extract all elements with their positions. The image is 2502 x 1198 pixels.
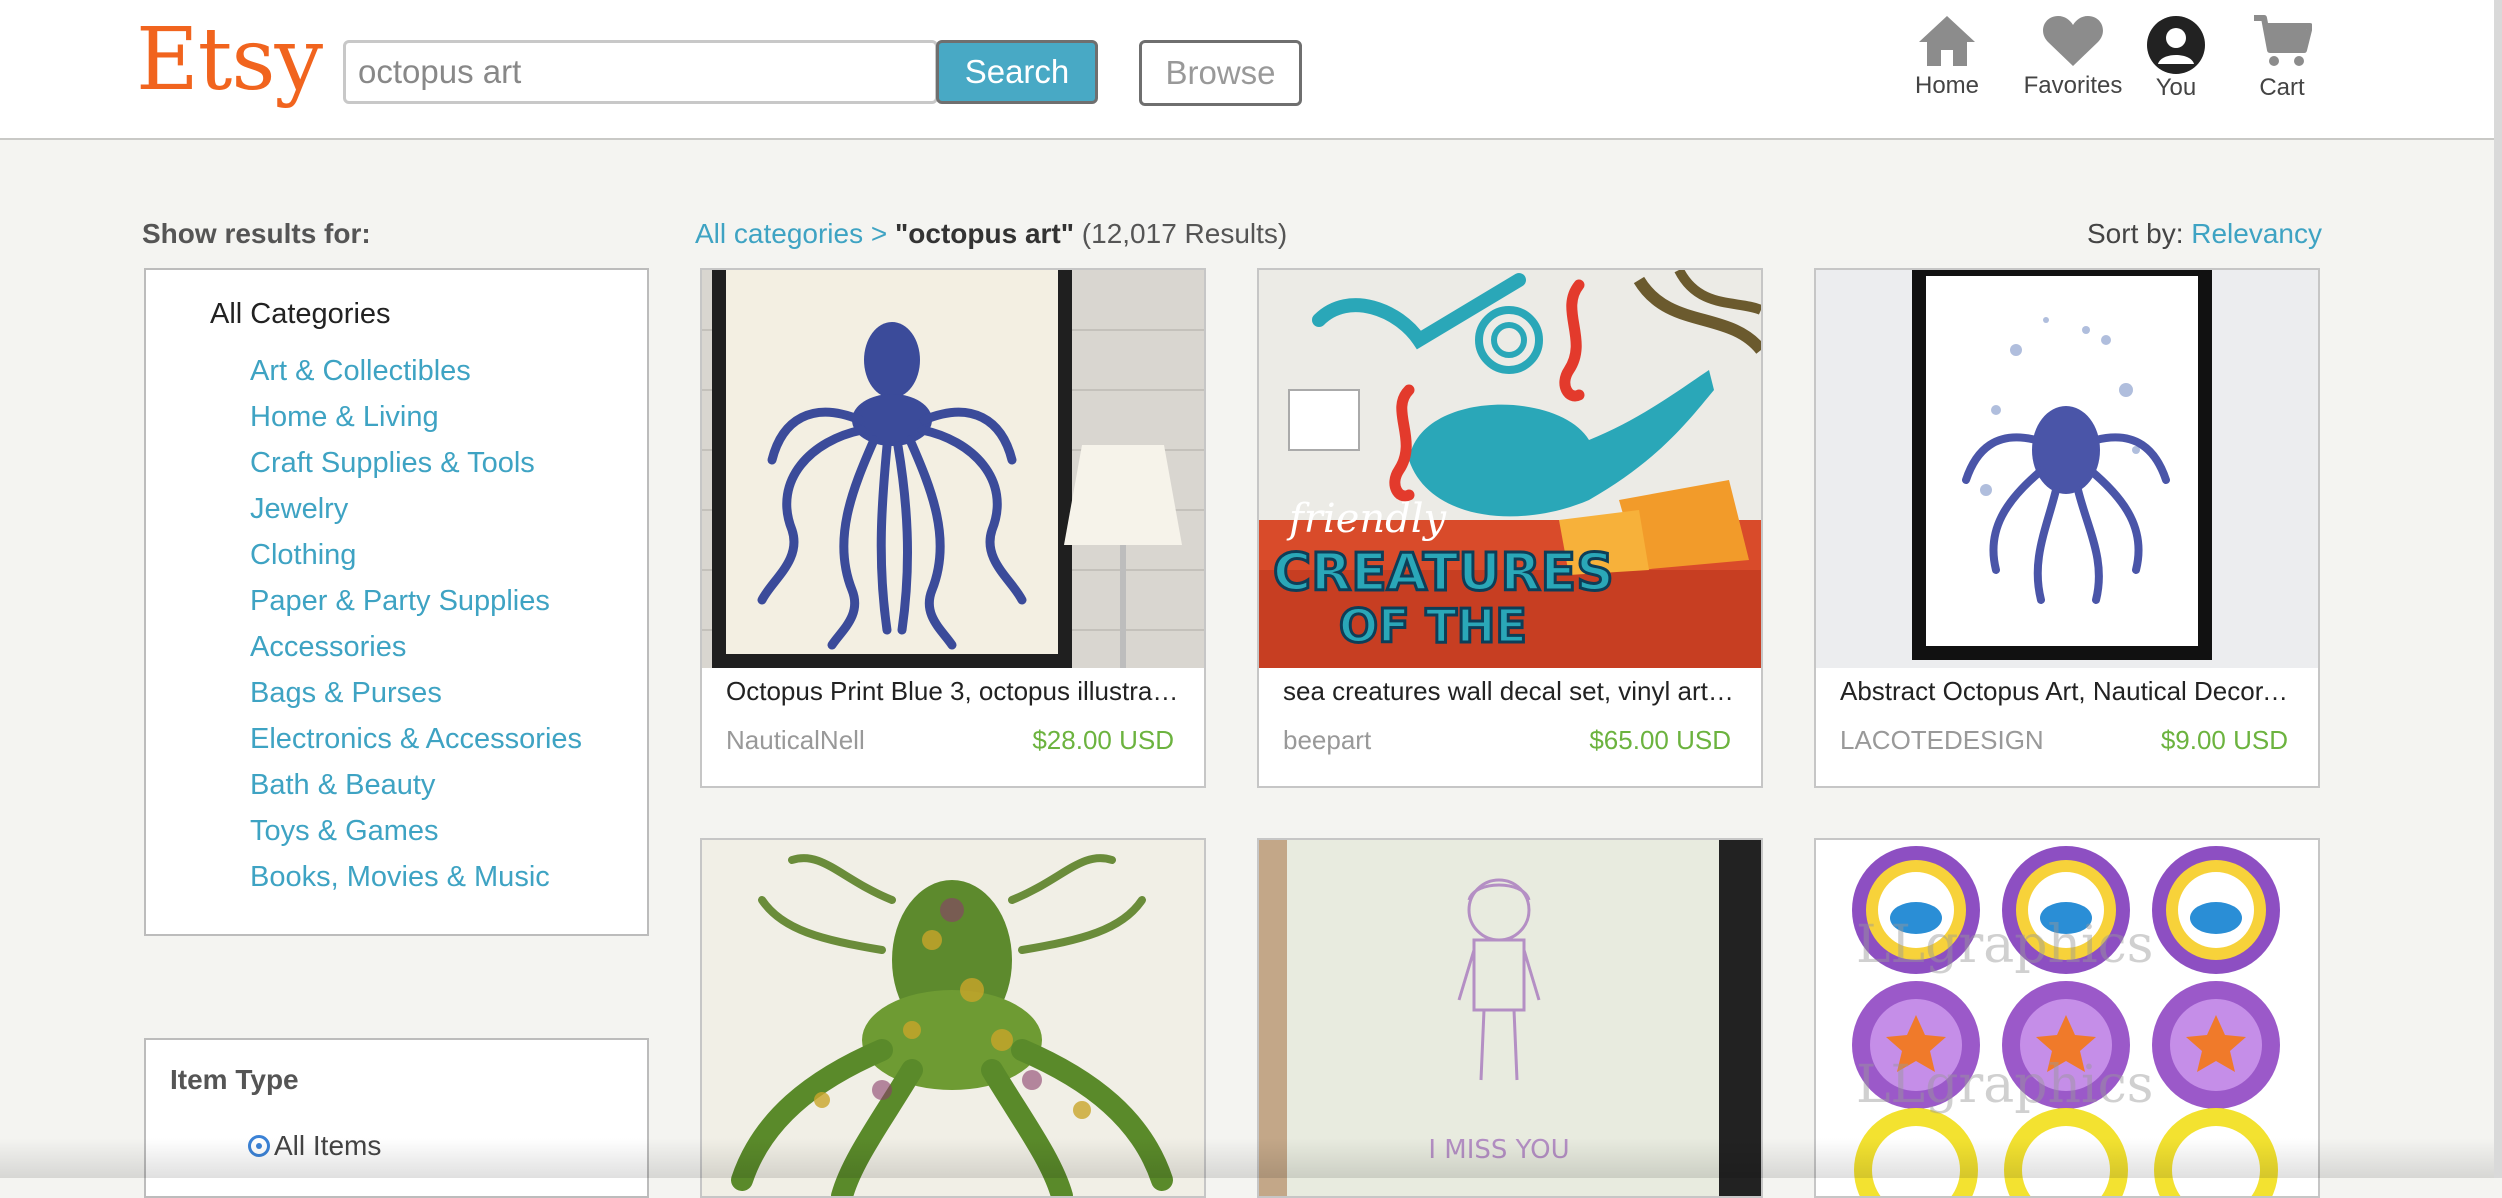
listing-card[interactable]: LLgraphics LLgraphics: [1814, 838, 2320, 1198]
nav-you-label: You: [2155, 74, 2197, 101]
nav-you[interactable]: You: [2143, 14, 2209, 102]
category-link[interactable]: Craft Supplies & Tools: [250, 440, 582, 486]
listing-shop[interactable]: NauticalNell: [726, 725, 865, 756]
decal-text-2: CREATURES: [1273, 543, 1614, 603]
listing-price: $9.00 USD: [2160, 725, 2288, 755]
category-link[interactable]: Art & Collectibles: [250, 348, 582, 394]
sort-label: Sort by:: [2087, 218, 2184, 249]
listing-shop[interactable]: LACOTEDESIGN: [1840, 725, 2044, 756]
category-link[interactable]: Bags & Purses: [250, 670, 582, 716]
category-link[interactable]: Clothing: [250, 532, 582, 578]
item-type-title: Item Type: [170, 1064, 299, 1095]
category-link[interactable]: Bath & Beauty: [250, 762, 582, 808]
item-type-option[interactable]: All Items: [248, 1130, 381, 1162]
breadcrumb-all-categories[interactable]: All categories >: [695, 218, 887, 249]
listing-title[interactable]: Abstract Octopus Art, Nautical Decor, …: [1816, 668, 2318, 707]
listing-shop[interactable]: beepart: [1283, 725, 1371, 756]
nav-home-label: Home: [1914, 72, 1980, 99]
category-link[interactable]: Toys & Games: [250, 808, 582, 854]
watermark-text: LLgraphics: [1856, 915, 2153, 975]
home-icon: [1919, 16, 1975, 66]
category-link[interactable]: Books, Movies & Music: [250, 854, 582, 900]
category-link[interactable]: Home & Living: [250, 394, 582, 440]
listing-price: $28.00 USD: [1032, 725, 1174, 755]
decal-text-3: OF THE: [1339, 599, 1527, 653]
header-bar: Etsy Search Browse Home Favorites You Ca…: [0, 0, 2496, 140]
decal-text-1: friendly: [1286, 496, 1448, 542]
result-count: (12,017 Results): [1081, 218, 1288, 249]
search-button[interactable]: Search: [936, 40, 1098, 104]
search-input[interactable]: [343, 40, 938, 104]
listing-card[interactable]: [700, 838, 1206, 1198]
radio-selected-icon[interactable]: [248, 1135, 270, 1157]
window-scrollbar[interactable]: [2494, 0, 2502, 1178]
category-filter: All Categories Art & Collectibles Home &…: [144, 268, 649, 936]
heart-icon: [2043, 16, 2103, 66]
filter-heading: Show results for:: [142, 218, 371, 249]
card-text: I MISS YOU: [1428, 1135, 1569, 1165]
nav-favorites-label: Favorites: [2023, 72, 2123, 99]
item-type-filter: Item Type All Items: [144, 1038, 649, 1198]
category-all[interactable]: All Categories: [210, 298, 391, 331]
cart-icon: [2254, 15, 2312, 66]
listing-image[interactable]: [1816, 270, 2318, 668]
listing-image[interactable]: friendly CREATURES OF THE: [1259, 270, 1761, 668]
category-link[interactable]: Accessories: [250, 624, 582, 670]
nav-cart[interactable]: Cart: [2250, 14, 2314, 102]
sort-control: Sort by: Relevancy: [2087, 218, 2322, 250]
watermark-text: LLgraphics: [1856, 1055, 2153, 1115]
listing-card[interactable]: Abstract Octopus Art, Nautical Decor, … …: [1814, 268, 2320, 788]
nav-cart-label: Cart: [2259, 74, 2305, 101]
category-list: Art & Collectibles Home & Living Craft S…: [250, 348, 582, 900]
user-icon: [2147, 16, 2205, 74]
listing-card[interactable]: friendly CREATURES OF THE sea creatures …: [1257, 268, 1763, 788]
listing-card[interactable]: I MISS YOU: [1257, 838, 1763, 1198]
browse-button[interactable]: Browse: [1139, 40, 1302, 106]
nav-favorites[interactable]: Favorites: [2018, 14, 2128, 100]
etsy-logo[interactable]: Etsy: [136, 10, 323, 110]
listing-image[interactable]: [702, 270, 1204, 668]
listing-image[interactable]: I MISS YOU: [1259, 840, 1761, 1196]
listing-title[interactable]: sea creatures wall decal set, vinyl art,…: [1259, 668, 1761, 707]
listing-card[interactable]: Octopus Print Blue 3, octopus illustrati…: [700, 268, 1206, 788]
category-link[interactable]: Paper & Party Supplies: [250, 578, 582, 624]
listing-image[interactable]: [702, 840, 1204, 1196]
breadcrumb: All categories > "octopus art" (12,017 R…: [695, 218, 1287, 250]
category-link[interactable]: Jewelry: [250, 486, 582, 532]
sort-dropdown[interactable]: Relevancy: [2191, 218, 2322, 249]
listing-image[interactable]: LLgraphics LLgraphics: [1816, 840, 2318, 1196]
item-type-option-label: All Items: [274, 1130, 382, 1161]
category-link[interactable]: Electronics & Accessories: [250, 716, 582, 762]
nav-home[interactable]: Home: [1909, 14, 1985, 100]
listing-price: $65.00 USD: [1589, 725, 1731, 755]
search-query: "octopus art": [895, 218, 1075, 249]
listing-title[interactable]: Octopus Print Blue 3, octopus illustrati…: [702, 668, 1204, 707]
